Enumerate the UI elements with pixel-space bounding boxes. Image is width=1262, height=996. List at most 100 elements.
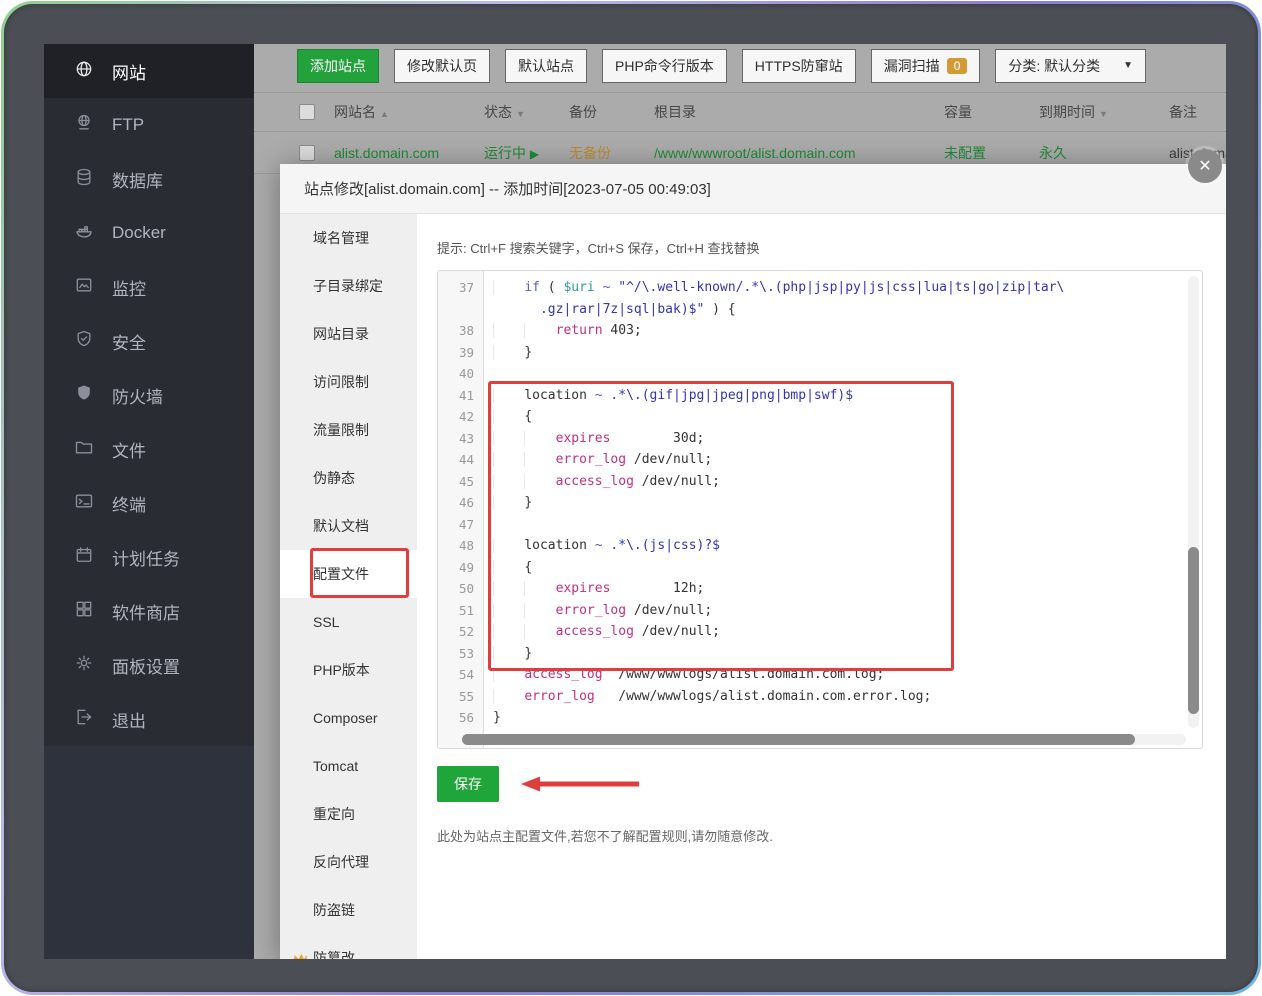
toolbar-button-2[interactable]: 默认站点: [505, 49, 587, 83]
line-number: 46: [438, 492, 483, 514]
modal-tab-15[interactable]: 防篡改: [280, 934, 417, 959]
sidebar-item-9[interactable]: 计划任务: [44, 530, 254, 584]
toolbar-button-1[interactable]: 修改默认页: [394, 49, 490, 83]
select-all-checkbox[interactable]: [299, 104, 315, 120]
close-icon[interactable]: ✕: [1188, 149, 1222, 183]
modal-tab-12[interactable]: 重定向: [280, 790, 417, 838]
modal-tab-4[interactable]: 流量限制: [280, 406, 417, 454]
toolbar-button-6[interactable]: 分类: 默认分类▼: [995, 49, 1146, 83]
sidebar-item-11[interactable]: 面板设置: [44, 638, 254, 692]
site-table-header: 网站名▲状态▼备份根目录容量到期时间▼备注: [254, 92, 1226, 132]
modal-tab-13[interactable]: 反向代理: [280, 838, 417, 886]
column-header[interactable]: 根目录: [654, 102, 944, 122]
sidebar-item-0[interactable]: 网站: [44, 44, 254, 98]
chevron-down-icon: ▼: [1123, 60, 1133, 71]
toolbar-button-3[interactable]: PHP命令行版本: [602, 49, 727, 83]
editor-hint: 提示: Ctrl+F 搜索关键字，Ctrl+S 保存，Ctrl+H 查找替换: [437, 238, 1203, 257]
sidebar-item-12[interactable]: 退出: [44, 692, 254, 746]
sort-asc-icon: ▲: [380, 109, 389, 119]
sidebar-item-8[interactable]: 终端: [44, 476, 254, 530]
sidebar-item-6[interactable]: 防火墙: [44, 368, 254, 422]
code-line: {: [493, 557, 1202, 579]
sidebar-item-7[interactable]: 文件: [44, 422, 254, 476]
line-number: 50: [438, 578, 483, 600]
vertical-scroll-thumb[interactable]: [1188, 547, 1199, 714]
line-number: 55: [438, 686, 483, 708]
line-number: 41: [438, 385, 483, 407]
modal-tab-7[interactable]: 配置文件: [280, 550, 417, 598]
sidebar-item-label: FTP: [112, 115, 144, 135]
docker-icon: [74, 221, 94, 246]
expire-link[interactable]: 永久: [1039, 143, 1169, 163]
sidebar-item-ftp[interactable]: FTP: [44, 98, 254, 152]
backup-status-link[interactable]: 无备份: [569, 143, 654, 163]
line-number: 52: [438, 621, 483, 643]
quota-link[interactable]: 未配置: [944, 143, 1039, 163]
scan-count-badge: 0: [947, 58, 968, 74]
column-header[interactable]: 备注: [1169, 102, 1226, 122]
line-number: 47: [438, 514, 483, 536]
modal-tab-label: 伪静态: [313, 468, 355, 488]
sidebar: 网站 FTP 数据库 Docker 监控安全防火墙文件终端计划任务软件商店面板设置退出: [44, 44, 254, 959]
modal-tab-2[interactable]: 网站目录: [280, 310, 417, 358]
column-header[interactable]: 容量: [944, 102, 1039, 122]
folder-icon: [74, 437, 94, 462]
root-dir-link[interactable]: /www/wwwroot/alist.domain.com: [654, 145, 944, 161]
modal-tab-1[interactable]: 子目录绑定: [280, 262, 417, 310]
sidebar-item-3[interactable]: Docker: [44, 206, 254, 260]
modal-tab-6[interactable]: 默认文档: [280, 502, 417, 550]
modal-tab-8[interactable]: SSL: [280, 598, 417, 646]
line-number: 51: [438, 600, 483, 622]
terminal-icon: [74, 491, 94, 516]
editor-horizontal-scrollbar[interactable]: [462, 734, 1186, 745]
editor-vertical-scrollbar[interactable]: [1188, 276, 1199, 728]
modal-tab-9[interactable]: PHP版本: [280, 646, 417, 694]
sidebar-item-label: 安全: [112, 329, 146, 354]
row-checkbox[interactable]: [299, 145, 315, 161]
sidebar-item-label: 退出: [112, 707, 146, 732]
code-line: [493, 363, 1202, 385]
config-warning-note: 此处为站点主配置文件,若您不了解配置规则,请勿随意修改.: [437, 826, 1203, 845]
modal-tab-label: 配置文件: [313, 564, 369, 584]
ftp-icon: [74, 113, 94, 138]
sidebar-item-5[interactable]: 安全: [44, 314, 254, 368]
column-header[interactable]: 网站名▲: [334, 102, 484, 122]
toolbar-button-0[interactable]: 添加站点: [297, 49, 379, 83]
line-number: 53: [438, 643, 483, 665]
site-status[interactable]: 运行中 ▶: [484, 143, 569, 163]
sidebar-item-2[interactable]: 数据库: [44, 152, 254, 206]
code-line: error_log /www/wwwlogs/alist.domain.com.…: [493, 686, 1202, 708]
sidebar-item-4[interactable]: 监控: [44, 260, 254, 314]
modal-tab-3[interactable]: 访问限制: [280, 358, 417, 406]
column-header[interactable]: 备份: [569, 102, 654, 122]
modal-tab-5[interactable]: 伪静态: [280, 454, 417, 502]
toolbar-button-4[interactable]: HTTPS防窜站: [742, 49, 856, 83]
site-name-link[interactable]: alist.domain.com: [334, 145, 484, 161]
toolbar-button-label: 默认站点: [518, 56, 574, 76]
horizontal-scroll-thumb[interactable]: [462, 734, 1135, 745]
save-button[interactable]: 保存: [437, 766, 499, 802]
modal-tab-label: 访问限制: [313, 372, 369, 392]
code-line: if ( $uri ~ "^/\.well-known/.*\.(php|jsp…: [493, 277, 1202, 299]
security-shield-icon: [74, 329, 94, 354]
sidebar-item-label: Docker: [112, 223, 166, 243]
sidebar-item-label: 数据库: [112, 167, 163, 192]
sidebar-item-10[interactable]: 软件商店: [44, 584, 254, 638]
column-header[interactable]: 到期时间▼: [1039, 102, 1169, 122]
line-number: 42: [438, 406, 483, 428]
modal-tab-14[interactable]: 防盗链: [280, 886, 417, 934]
modal-tab-label: PHP版本: [313, 660, 370, 680]
modal-tab-10[interactable]: Composer: [280, 694, 417, 742]
code-area[interactable]: if ( $uri ~ "^/\.well-known/.*\.(php|jsp…: [484, 271, 1202, 748]
modal-tab-11[interactable]: Tomcat: [280, 742, 417, 790]
code-line: }: [493, 707, 1202, 729]
config-code-editor[interactable]: 3738394041424344454647484950515253545556…: [437, 270, 1203, 749]
modal-tab-0[interactable]: 域名管理: [280, 214, 417, 262]
code-line: location ~ .*\.(gif|jpg|jpeg|png|bmp|swf…: [493, 385, 1202, 407]
line-number-gutter: 3738394041424344454647484950515253545556: [438, 271, 484, 748]
line-number: 40: [438, 363, 483, 385]
column-header[interactable]: 状态▼: [484, 102, 569, 122]
toolbar-button-5[interactable]: 漏洞扫描0: [871, 49, 981, 83]
line-number: 43: [438, 428, 483, 450]
line-number: 45: [438, 471, 483, 493]
